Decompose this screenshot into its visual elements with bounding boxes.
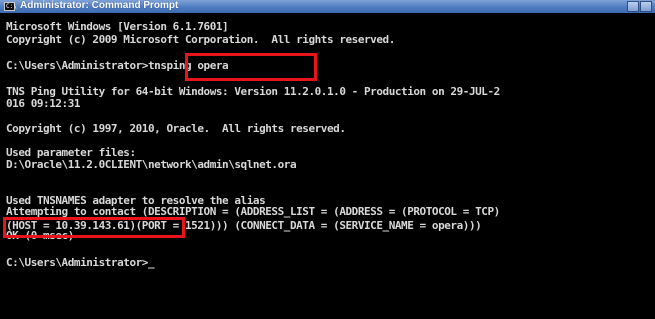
console-host-line: (HOST = 10.39.143.61)(PORT = 1521))) (CO… bbox=[6, 219, 482, 232]
command-prompt-icon: C:\ bbox=[4, 2, 17, 11]
console-line: 016 09:12:31 bbox=[6, 97, 81, 110]
console-line: Microsoft Windows [Version 6.1.7601] bbox=[6, 20, 229, 33]
command-prompt-window[interactable]: C:\ Administrator: Command Prompt Micros… bbox=[0, 0, 655, 319]
minimize-button[interactable] bbox=[627, 1, 639, 12]
title-bar[interactable]: C:\ Administrator: Command Prompt bbox=[0, 0, 655, 13]
console-line: Copyright (c) 1997, 2010, Oracle. All ri… bbox=[6, 122, 346, 135]
console-line: Copyright (c) 2009 Microsoft Corporation… bbox=[6, 33, 395, 46]
window-title: Administrator: Command Prompt bbox=[20, 0, 179, 11]
console-command-line: C:\Users\Administrator>tnsping opera bbox=[6, 59, 229, 72]
maximize-button[interactable] bbox=[640, 1, 652, 12]
console-line: TNS Ping Utility for 64-bit Windows: Ver… bbox=[6, 85, 500, 98]
console-line: Used parameter files: bbox=[6, 146, 136, 159]
console-prompt-line[interactable]: C:\Users\Administrator>_ bbox=[6, 257, 155, 268]
console-line: D:\Oracle\11.2.0CLIENT\network\admin\sql… bbox=[6, 158, 297, 171]
console-output[interactable]: Microsoft Windows [Version 6.1.7601] Cop… bbox=[0, 13, 655, 319]
console-line: Attempting to contact (DESCRIPTION = (AD… bbox=[6, 205, 500, 218]
window-controls bbox=[626, 1, 652, 12]
console-line: OK (0 msec) bbox=[6, 229, 74, 242]
